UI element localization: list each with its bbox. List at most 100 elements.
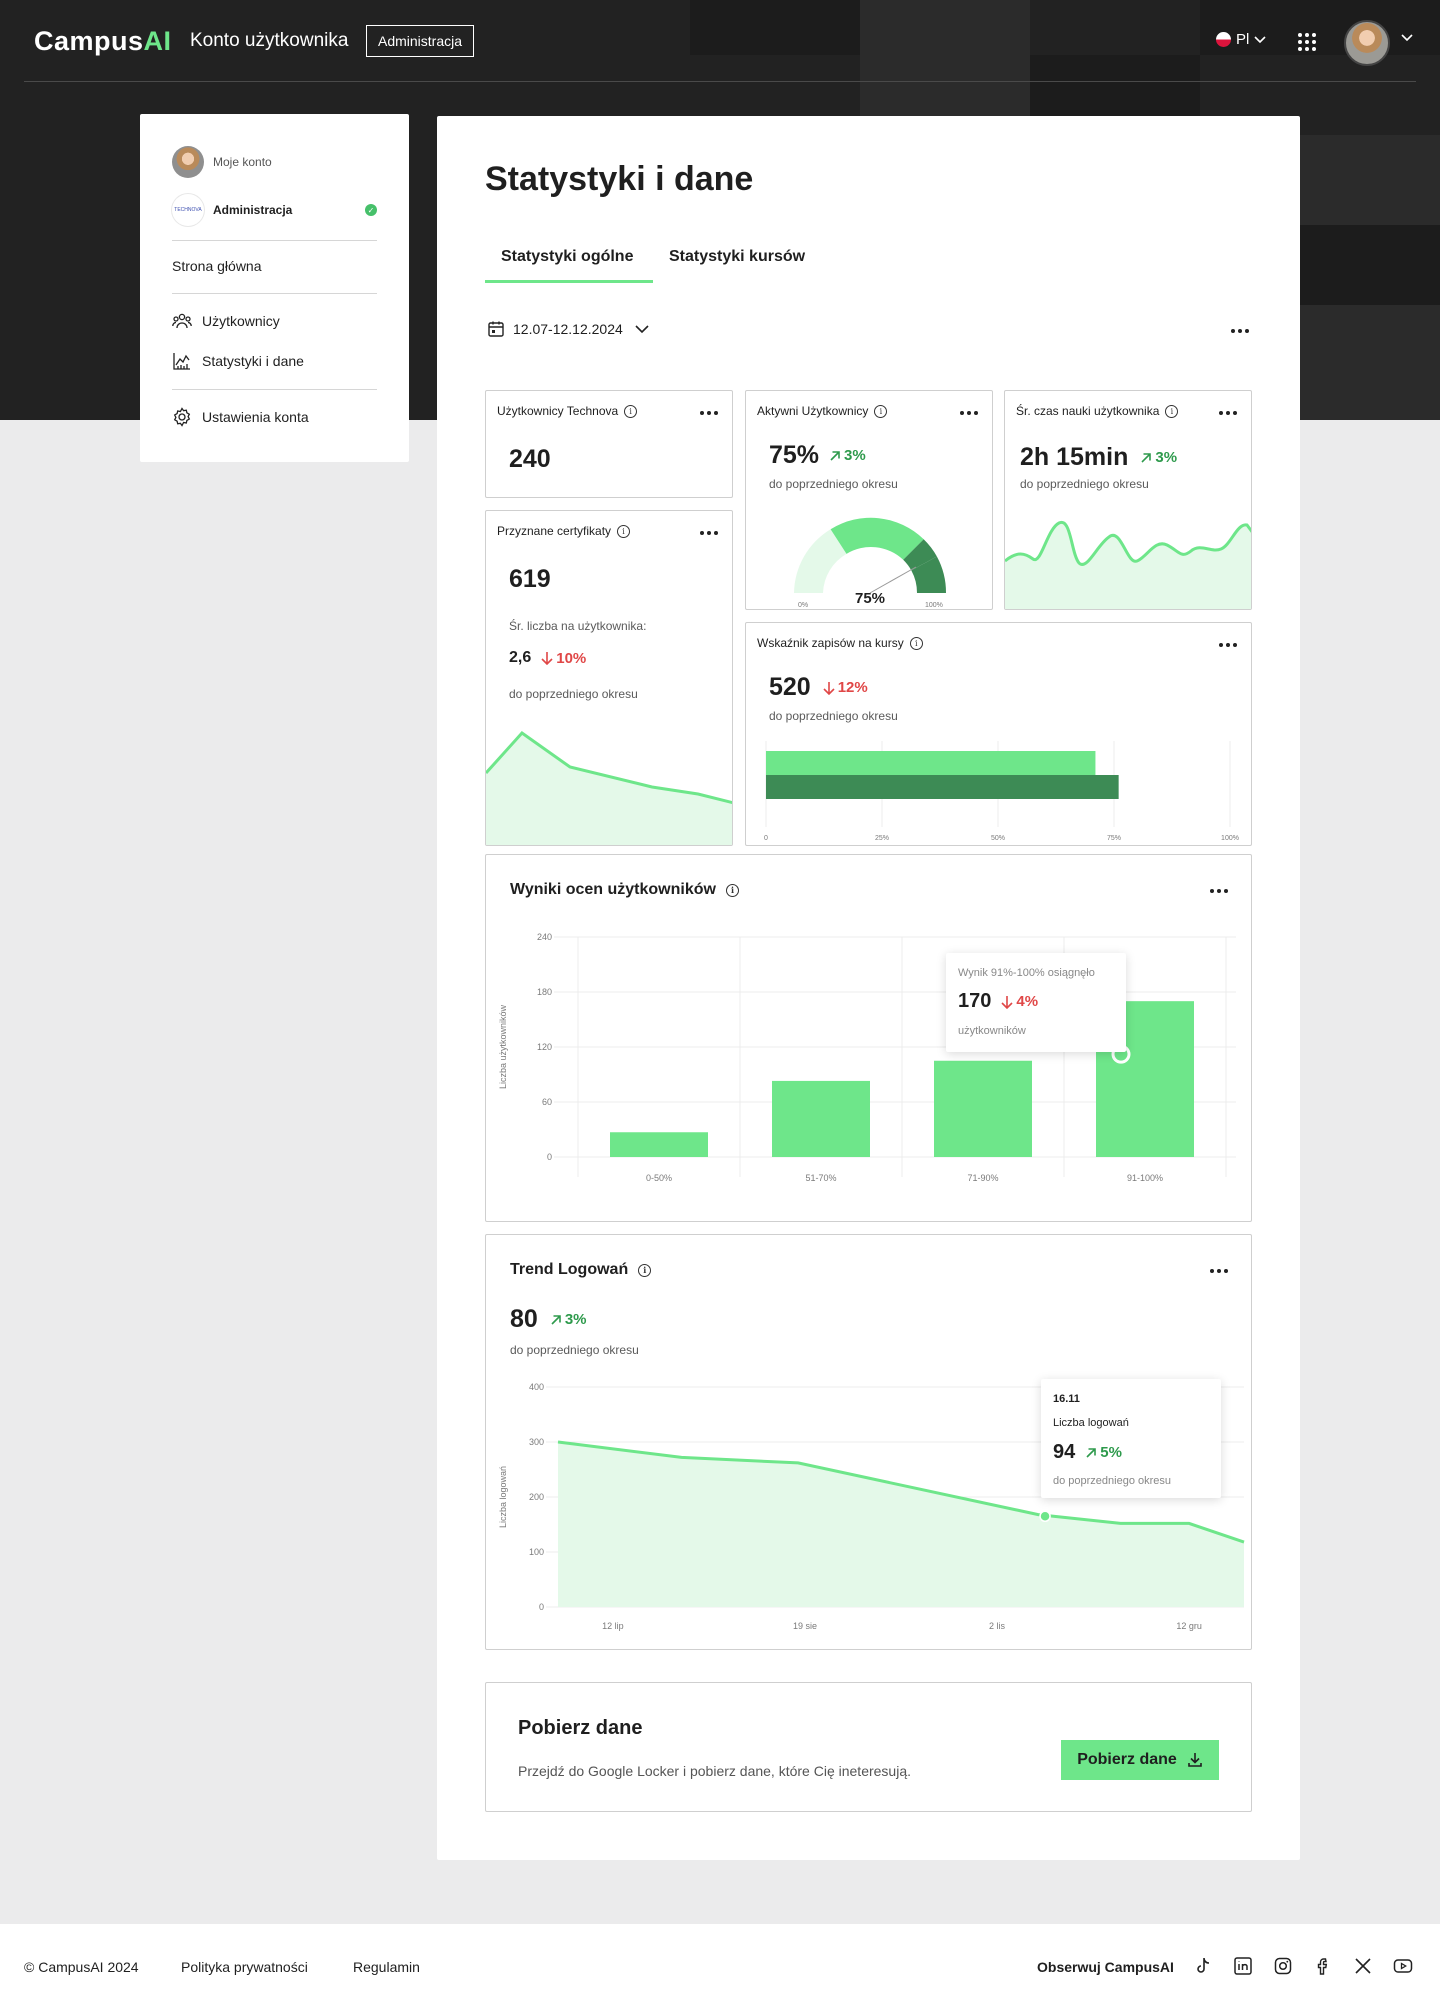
- more-options-icon[interactable]: [1210, 1269, 1228, 1273]
- language-selector[interactable]: Pl: [1216, 31, 1266, 48]
- x-tick-label: 25%: [875, 835, 889, 842]
- info-icon[interactable]: i: [638, 1263, 652, 1277]
- card-title: Przyznane certyfikaty: [497, 524, 612, 538]
- more-options-icon[interactable]: [1219, 411, 1237, 415]
- tooltip-value: 170: [958, 990, 992, 1012]
- x-tick-label: 0-50%: [646, 1173, 672, 1183]
- delta-badge: 3%: [1140, 449, 1177, 466]
- tooltip-label: Liczba logowań: [1053, 1417, 1129, 1429]
- download-button[interactable]: Pobierz dane: [1061, 1740, 1219, 1780]
- sidebar-item-settings[interactable]: Ustawienia konta: [172, 407, 309, 427]
- learning-time-row: 2h 15min 3%: [1020, 443, 1177, 472]
- terms-link[interactable]: Regulamin: [353, 1959, 420, 1975]
- avg-row: 2,6 10%: [509, 649, 586, 667]
- tooltip-unit: użytkowników: [958, 1025, 1026, 1037]
- info-icon[interactable]: i: [725, 883, 739, 897]
- y-tick-label: 100: [529, 1547, 544, 1557]
- facebook-icon[interactable]: [1313, 1956, 1333, 1976]
- delta-badge: 5%: [1085, 1444, 1122, 1461]
- privacy-link[interactable]: Polityka prywatności: [181, 1959, 308, 1975]
- tooltip-date: 16.11: [1053, 1393, 1080, 1405]
- more-options-icon[interactable]: [1219, 643, 1237, 647]
- download-title: Pobierz dane: [518, 1717, 643, 1739]
- x-tick-label: 2 lis: [989, 1621, 1006, 1631]
- active-users-row: 75% 3%: [769, 441, 866, 470]
- more-options-icon[interactable]: [1231, 329, 1249, 333]
- delta-badge: 12%: [823, 679, 868, 696]
- y-tick-label: 180: [537, 987, 552, 997]
- comparison-caption: do poprzedniego okresu: [769, 709, 898, 723]
- sidebar-item-users[interactable]: Użytkownicy: [172, 311, 280, 331]
- sidebar-item-stats[interactable]: Statystyki i dane: [172, 351, 304, 371]
- footer: © CampusAI 2024 Polityka prywatności Reg…: [0, 1924, 1440, 2008]
- campusai-logo[interactable]: CampusAI: [34, 26, 172, 57]
- y-tick-label: 120: [537, 1042, 552, 1052]
- my-account-item[interactable]: Moje konto: [172, 146, 272, 178]
- scores-card: Wyniki ocen użytkowników i 0 60 120 180 240 Li…: [485, 854, 1252, 1222]
- tab-general-stats[interactable]: Statystyki ogólne: [501, 248, 633, 266]
- bar: [610, 1132, 708, 1157]
- x-twitter-icon[interactable]: [1353, 1956, 1373, 1976]
- certificates-sparkline: [486, 731, 732, 845]
- enrollment-row: 520 12%: [769, 673, 868, 702]
- enrollment-bar-chart: 0 25% 50% 75% 100%: [764, 741, 1239, 842]
- more-options-icon[interactable]: [960, 411, 978, 415]
- linkedin-icon[interactable]: [1233, 1956, 1253, 1976]
- y-axis-label: Liczba logowań: [498, 1466, 508, 1528]
- x-tick-label: 91-100%: [1127, 1173, 1163, 1183]
- tooltip-caption: do poprzedniego okresu: [1053, 1475, 1172, 1487]
- x-tick-label: 75%: [1107, 835, 1121, 842]
- y-tick-label: 300: [529, 1437, 544, 1447]
- apps-grid-icon[interactable]: [1298, 33, 1316, 51]
- x-tick-label: 51-70%: [805, 1173, 836, 1183]
- bar: [772, 1080, 870, 1157]
- user-avatar[interactable]: [1344, 20, 1390, 66]
- technova-logo: TECHNOVA: [172, 194, 204, 226]
- instagram-icon[interactable]: [1273, 1956, 1293, 1976]
- header-divider: [24, 81, 1416, 82]
- date-range-picker[interactable]: 12.07-12.12.2024: [487, 320, 649, 338]
- delta-badge: 3%: [829, 447, 866, 464]
- youtube-icon[interactable]: [1393, 1956, 1413, 1976]
- admin-chip[interactable]: Administracja: [366, 25, 475, 57]
- tab-course-stats[interactable]: Statystyki kursów: [669, 248, 805, 266]
- info-icon[interactable]: i: [1165, 404, 1179, 418]
- login-trend-card: Trend Logowań i 80 3% do poprzedniego okr…: [485, 1234, 1252, 1650]
- arrow-down-icon: [541, 652, 553, 665]
- delta-badge: 3%: [550, 1311, 587, 1328]
- calendar-icon: [488, 321, 504, 337]
- download-description: Przejdź do Google Locker i pobierz dane,…: [518, 1763, 911, 1779]
- gauge-min-label: 0%: [798, 602, 808, 609]
- enrollment-value: 520: [769, 673, 811, 701]
- card-title: Śr. czas nauki użytkownika: [1016, 404, 1160, 418]
- y-tick-label: 0: [547, 1152, 552, 1162]
- avg-label: Śr. liczba na użytkownika:: [509, 619, 647, 633]
- info-icon[interactable]: i: [624, 404, 638, 418]
- arrow-down-icon: [823, 681, 835, 695]
- arrow-down-icon: [1001, 995, 1013, 1009]
- avg-value: 2,6: [509, 649, 532, 666]
- certificates-count: 619: [509, 565, 551, 593]
- divider: [172, 389, 377, 390]
- card-title: Wskaźnik zapisów na kursy: [757, 636, 904, 650]
- more-options-icon[interactable]: [1210, 889, 1228, 893]
- more-options-icon[interactable]: [700, 411, 718, 415]
- active-users-card: Aktywni Użytkownicy i 75% 3% do poprzedni…: [745, 390, 993, 610]
- tiktok-icon[interactable]: [1193, 1956, 1213, 1976]
- info-icon[interactable]: i: [909, 636, 923, 650]
- avatar: [172, 146, 204, 178]
- info-icon[interactable]: i: [617, 524, 631, 538]
- bar: [766, 775, 1119, 799]
- organization-item[interactable]: TECHNOVA Administracja ✓: [172, 194, 377, 226]
- arrow-up-right-icon: [830, 450, 840, 461]
- sidebar-item-home[interactable]: Strona główna: [172, 258, 262, 274]
- more-options-icon[interactable]: [700, 531, 718, 535]
- learning-time-value: 2h 15min: [1020, 443, 1129, 471]
- chevron-down-icon[interactable]: [1401, 34, 1413, 42]
- info-icon[interactable]: i: [874, 404, 888, 418]
- active-tab-indicator: [485, 280, 653, 283]
- comparison-caption: do poprzedniego okresu: [769, 477, 898, 491]
- x-tick-label: 0: [764, 835, 768, 842]
- date-range-value: 12.07-12.12.2024: [513, 321, 623, 337]
- users-icon: [172, 313, 192, 329]
